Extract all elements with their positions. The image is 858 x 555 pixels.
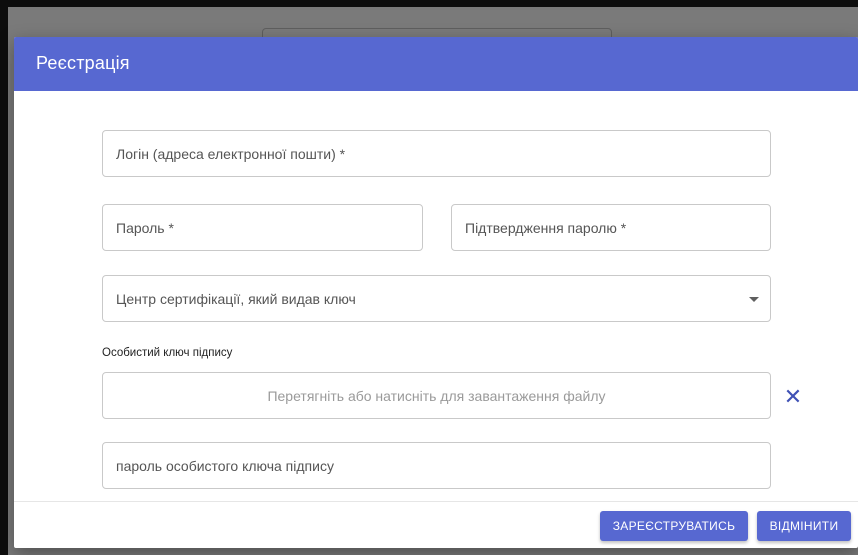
dialog-title: Реєстрація: [36, 53, 130, 73]
certification-center-placeholder: Центр сертифікації, який видав ключ: [116, 290, 356, 307]
password-confirm-placeholder: Підтвердження паролю *: [465, 219, 627, 236]
password-field[interactable]: Пароль *: [102, 204, 423, 251]
window-frame-top: [0, 0, 858, 7]
certification-center-select[interactable]: Центр сертифікації, який видав ключ: [102, 275, 771, 322]
key-file-dropzone[interactable]: Перетягніть або натисніть для завантажен…: [102, 372, 771, 419]
private-key-label: Особистий ключ підпису: [102, 347, 233, 359]
login-email-field[interactable]: Логін (адреса електронної пошти) *: [102, 130, 771, 177]
key-password-field[interactable]: пароль особистого ключа підпису: [102, 442, 771, 489]
registration-dialog: Реєстрація Логін (адреса електронної пош…: [14, 37, 858, 548]
key-password-placeholder: пароль особистого ключа підпису: [116, 457, 334, 474]
dropdown-arrow-icon[interactable]: [749, 296, 759, 302]
footer-divider: [14, 501, 858, 502]
close-icon[interactable]: ✕: [782, 386, 804, 408]
login-email-placeholder: Логін (адреса електронної пошти) *: [116, 145, 346, 162]
dropzone-text: Перетягніть або натисніть для завантажен…: [267, 387, 606, 404]
window-frame-left: [0, 0, 8, 555]
cancel-button[interactable]: ВІДМІНИТИ: [757, 511, 851, 541]
register-button[interactable]: ЗАРЕЄСТРУВАТИСЬ: [600, 511, 748, 541]
password-placeholder: Пароль *: [116, 219, 174, 236]
password-confirm-field[interactable]: Підтвердження паролю *: [451, 204, 771, 251]
dialog-header: Реєстрація: [14, 37, 858, 91]
